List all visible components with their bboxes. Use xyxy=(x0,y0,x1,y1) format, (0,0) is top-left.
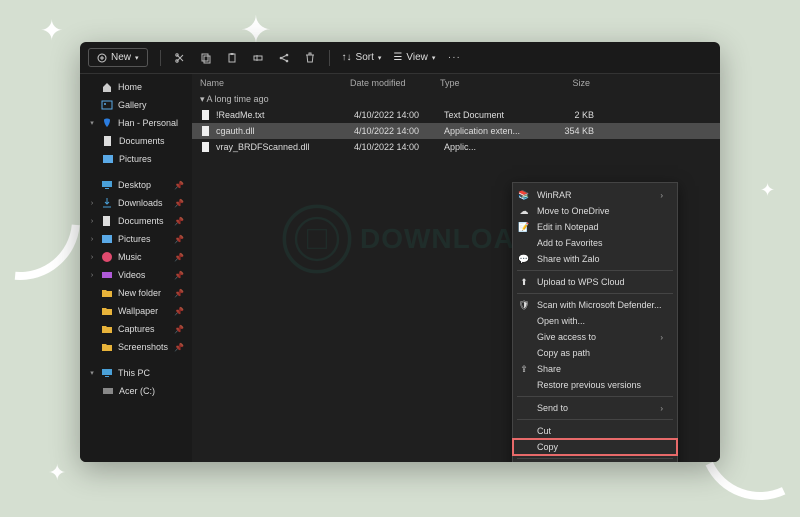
chevron-right-icon: › xyxy=(660,333,663,342)
ctx-notepad[interactable]: 📝Edit in Notepad xyxy=(513,219,677,235)
new-button[interactable]: New ▾ xyxy=(88,48,148,67)
onedrive-icon: ☁ xyxy=(518,205,530,217)
sort-label: Sort xyxy=(356,52,374,63)
delete-icon[interactable] xyxy=(303,51,317,65)
sidebar-item-gallery[interactable]: Gallery xyxy=(84,96,188,114)
notepad-icon: 📝 xyxy=(518,221,530,233)
new-label: New xyxy=(111,52,131,63)
file-row[interactable]: vray_BRDFScanned.dll 4/10/2022 14:00 App… xyxy=(192,139,720,155)
col-size[interactable]: Size xyxy=(530,78,590,88)
rename-icon[interactable] xyxy=(251,51,265,65)
ctx-copy[interactable]: Copy xyxy=(513,439,677,455)
col-name[interactable]: Name xyxy=(200,78,350,88)
group-header[interactable]: ▾ A long time ago xyxy=(192,92,720,107)
pin-icon: 📌 xyxy=(174,253,184,262)
view-label: View xyxy=(406,52,428,63)
pin-icon: 📌 xyxy=(174,199,184,208)
more-icon[interactable]: ··· xyxy=(447,51,461,65)
pin-icon: 📌 xyxy=(174,235,184,244)
pin-icon: 📌 xyxy=(174,271,184,280)
cut-icon[interactable] xyxy=(173,51,187,65)
share-icon: ⇪ xyxy=(518,363,530,375)
ctx-sendto[interactable]: Send to› xyxy=(513,400,677,416)
col-date[interactable]: Date modified xyxy=(350,78,440,88)
view-button[interactable]: ☰ View ▾ xyxy=(393,52,435,63)
pin-icon: 📌 xyxy=(174,289,184,298)
chevron-right-icon: › xyxy=(660,404,663,413)
sidebar-item-documents2[interactable]: ›Documents📌 xyxy=(84,212,188,230)
ctx-share[interactable]: ⇪Share xyxy=(513,361,677,377)
pin-icon: 📌 xyxy=(174,307,184,316)
file-icon xyxy=(200,125,212,137)
file-icon xyxy=(200,109,212,121)
sidebar-item-screenshots[interactable]: Screenshots📌 xyxy=(84,338,188,356)
ctx-giveaccess[interactable]: Give access to› xyxy=(513,329,677,345)
sidebar-item-captures[interactable]: Captures📌 xyxy=(84,320,188,338)
context-menu: 📚WinRAR› ☁Move to OneDrive 📝Edit in Note… xyxy=(512,182,678,462)
ctx-wps[interactable]: ⬆Upload to WPS Cloud xyxy=(513,274,677,290)
pin-icon: 📌 xyxy=(174,217,184,226)
ctx-restore[interactable]: Restore previous versions xyxy=(513,377,677,393)
sidebar-item-personal[interactable]: ▾Han - Personal xyxy=(84,114,188,132)
sidebar-item-music[interactable]: ›Music📌 xyxy=(84,248,188,266)
sidebar-item-home[interactable]: Home xyxy=(84,78,188,96)
ctx-favorites[interactable]: Add to Favorites xyxy=(513,235,677,251)
chevron-right-icon: › xyxy=(660,191,663,200)
paste-icon[interactable] xyxy=(225,51,239,65)
wps-icon: ⬆ xyxy=(518,276,530,288)
pin-icon: 📌 xyxy=(174,325,184,334)
pin-icon: 📌 xyxy=(174,181,184,190)
ctx-onedrive[interactable]: ☁Move to OneDrive xyxy=(513,203,677,219)
ctx-cut[interactable]: Cut xyxy=(513,423,677,439)
file-row[interactable]: !ReadMe.txt 4/10/2022 14:00 Text Documen… xyxy=(192,107,720,123)
zalo-icon: 💬 xyxy=(518,253,530,265)
toolbar: New ▾ ↑↓ Sort ▾ ☰ View ▾ ··· xyxy=(80,42,720,74)
sidebar-item-thispc[interactable]: ▾This PC xyxy=(84,364,188,382)
ctx-copypath[interactable]: Copy as path xyxy=(513,345,677,361)
sidebar-item-documents[interactable]: Documents xyxy=(84,132,188,150)
sidebar-item-acer[interactable]: Acer (C:) xyxy=(84,382,188,400)
sidebar: Home Gallery ▾Han - Personal Documents P… xyxy=(80,74,192,462)
sidebar-item-newfolder[interactable]: New folder📌 xyxy=(84,284,188,302)
ctx-zalo[interactable]: 💬Share with Zalo xyxy=(513,251,677,267)
share-icon[interactable] xyxy=(277,51,291,65)
file-icon xyxy=(200,141,212,153)
ctx-defender[interactable]: 🛡Scan with Microsoft Defender... xyxy=(513,297,677,313)
winrar-icon: 📚 xyxy=(518,189,530,201)
shield-icon: 🛡 xyxy=(518,299,530,311)
sidebar-item-pictures[interactable]: Pictures xyxy=(84,150,188,168)
col-type[interactable]: Type xyxy=(440,78,530,88)
sidebar-item-videos[interactable]: ›Videos📌 xyxy=(84,266,188,284)
column-headers[interactable]: Name Date modified Type Size xyxy=(192,74,720,92)
sidebar-item-downloads[interactable]: ›Downloads📌 xyxy=(84,194,188,212)
sidebar-item-wallpaper[interactable]: Wallpaper📌 xyxy=(84,302,188,320)
ctx-winrar[interactable]: 📚WinRAR› xyxy=(513,187,677,203)
pin-icon: 📌 xyxy=(174,343,184,352)
sidebar-item-desktop[interactable]: Desktop📌 xyxy=(84,176,188,194)
copy-icon[interactable] xyxy=(199,51,213,65)
sort-button[interactable]: ↑↓ Sort ▾ xyxy=(342,52,382,63)
sidebar-item-pictures2[interactable]: ›Pictures📌 xyxy=(84,230,188,248)
ctx-openwith[interactable]: Open with... xyxy=(513,313,677,329)
file-row-selected[interactable]: cgauth.dll 4/10/2022 14:00 Application e… xyxy=(192,123,720,139)
file-explorer-window: New ▾ ↑↓ Sort ▾ ☰ View ▾ ··· Home Galler… xyxy=(80,42,720,462)
